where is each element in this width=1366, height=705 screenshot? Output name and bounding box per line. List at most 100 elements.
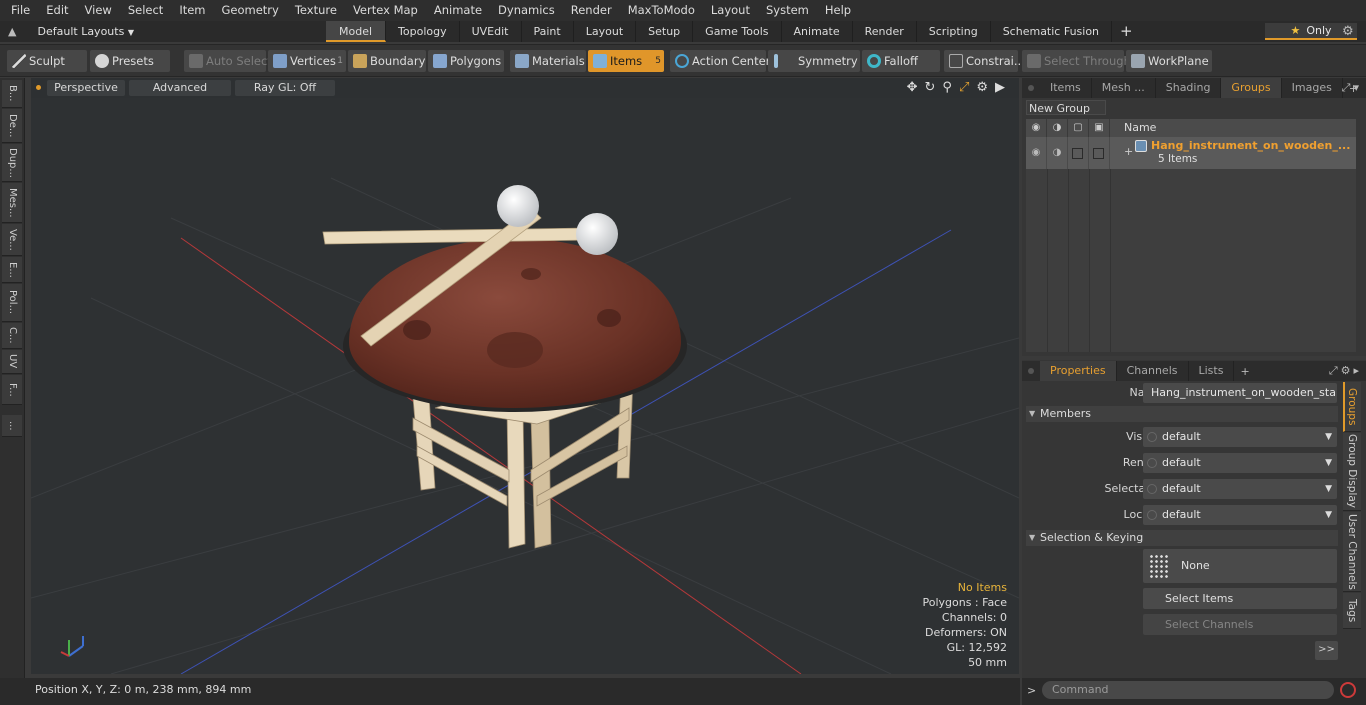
- sculpt-button[interactable]: Sculpt: [7, 50, 87, 72]
- menu-layout[interactable]: Layout: [703, 0, 758, 21]
- left-tab-curve[interactable]: C...: [2, 323, 22, 349]
- tab-schematic-fusion[interactable]: Schematic Fusion: [991, 21, 1113, 42]
- advanced-button[interactable]: Advanced: [129, 80, 231, 96]
- tab-model[interactable]: Model: [326, 21, 387, 42]
- visible-select[interactable]: default ▼: [1143, 427, 1337, 447]
- menu-vertex-map[interactable]: Vertex Map: [345, 0, 426, 21]
- row-eye-icon[interactable]: ◉: [1026, 137, 1047, 169]
- view-play-icon[interactable]: ▶: [995, 80, 1005, 95]
- rotate-view-icon[interactable]: ↻: [925, 80, 936, 95]
- menu-system[interactable]: System: [758, 0, 817, 21]
- side-tab-user-channels[interactable]: User Channels: [1343, 512, 1361, 592]
- presets-button[interactable]: Presets: [90, 50, 170, 72]
- row-select-toggle[interactable]: [1089, 137, 1110, 169]
- menu-file[interactable]: File: [0, 0, 38, 21]
- symmetry-button[interactable]: Symmetry: [768, 50, 860, 72]
- left-tab-edge[interactable]: E...: [2, 257, 22, 283]
- lock-icon[interactable]: ▢: [1068, 119, 1089, 137]
- record-icon[interactable]: [1340, 682, 1356, 698]
- menu-help[interactable]: Help: [817, 0, 859, 21]
- render-select[interactable]: default ▼: [1143, 453, 1337, 473]
- select-through-button[interactable]: Select Through: [1022, 50, 1131, 72]
- tab-paint[interactable]: Paint: [522, 21, 574, 42]
- left-tab-uv[interactable]: UV: [2, 350, 22, 374]
- layouts-dropdown[interactable]: ▲ Default Layouts ▼: [8, 21, 134, 42]
- new-group-button[interactable]: New Group: [1026, 100, 1106, 115]
- tab-mesh[interactable]: Mesh ...: [1092, 78, 1156, 98]
- row-lock-toggle[interactable]: [1068, 137, 1089, 169]
- perspective-button[interactable]: Perspective: [47, 80, 125, 96]
- tab-groups[interactable]: Groups: [1221, 78, 1282, 98]
- falloff-button[interactable]: Falloff: [862, 50, 940, 72]
- view-gear-icon[interactable]: ⚙: [976, 80, 988, 95]
- tab-lists[interactable]: Lists: [1189, 361, 1235, 381]
- tab-game-tools[interactable]: Game Tools: [693, 21, 782, 42]
- move-view-icon[interactable]: ✥: [907, 80, 918, 95]
- tab-uvedit[interactable]: UVEdit: [460, 21, 522, 42]
- selectable-select[interactable]: default ▼: [1143, 479, 1337, 499]
- expand-button[interactable]: >>: [1315, 641, 1338, 660]
- menu-texture[interactable]: Texture: [287, 0, 345, 21]
- tab-animate[interactable]: Animate: [782, 21, 853, 42]
- tab-scripting[interactable]: Scripting: [917, 21, 991, 42]
- members-section[interactable]: ▼ Members: [1026, 406, 1338, 422]
- left-tab-vertex[interactable]: Ve...: [2, 224, 22, 256]
- left-tab-fusion[interactable]: F...: [2, 375, 22, 405]
- tab-items[interactable]: Items: [1040, 78, 1092, 98]
- menu-animate[interactable]: Animate: [426, 0, 490, 21]
- tab-setup[interactable]: Setup: [636, 21, 694, 42]
- select-items-button[interactable]: Select Items: [1143, 588, 1337, 609]
- left-tab-deform[interactable]: De...: [2, 109, 22, 143]
- group-row[interactable]: ◉ ◑ + Hang_instrument_on_wooden_... 5 It…: [1026, 137, 1356, 169]
- panel-options-icon[interactable]: ⤢▾: [1342, 81, 1362, 95]
- 3d-viewport[interactable]: Perspective Advanced Ray GL: Off ✥ ↻ ⚲ ⤢…: [31, 78, 1019, 674]
- side-tab-tags[interactable]: Tags: [1343, 593, 1361, 629]
- gear-icon[interactable]: ⚙: [1342, 21, 1354, 42]
- tab-channels[interactable]: Channels: [1117, 361, 1189, 381]
- tab-shading[interactable]: Shading: [1156, 78, 1222, 98]
- menu-select[interactable]: Select: [120, 0, 171, 21]
- selection-keying-section[interactable]: ▼ Selection & Keying: [1026, 530, 1338, 546]
- tab-properties[interactable]: Properties: [1040, 361, 1117, 381]
- visibility-eye-icon[interactable]: ◉: [1026, 119, 1047, 137]
- menu-view[interactable]: View: [77, 0, 120, 21]
- left-tab-mesh[interactable]: Mes...: [2, 183, 22, 223]
- items-button[interactable]: Items 5: [588, 50, 664, 72]
- fit-view-icon[interactable]: ⤢: [959, 80, 969, 95]
- tab-topology[interactable]: Topology: [386, 21, 460, 42]
- menu-edit[interactable]: Edit: [38, 0, 76, 21]
- tab-render[interactable]: Render: [853, 21, 917, 42]
- menu-geometry[interactable]: Geometry: [214, 0, 287, 21]
- expand-plus-icon[interactable]: +: [1124, 145, 1133, 158]
- polygons-button[interactable]: Polygons: [428, 50, 504, 72]
- tab-layout[interactable]: Layout: [574, 21, 637, 42]
- menu-render[interactable]: Render: [563, 0, 620, 21]
- auto-select-button[interactable]: Auto Select: [184, 50, 272, 72]
- side-tab-groups[interactable]: Groups: [1343, 382, 1361, 432]
- menu-dynamics[interactable]: Dynamics: [490, 0, 563, 21]
- select-icon[interactable]: ▣: [1089, 119, 1110, 137]
- boundary-button[interactable]: Boundary: [348, 50, 426, 72]
- workplane-button[interactable]: WorkPlane: [1126, 50, 1212, 72]
- command-input[interactable]: Command: [1042, 681, 1334, 699]
- materials-button[interactable]: Materials: [510, 50, 586, 72]
- action-center-button[interactable]: Action Center: [670, 50, 770, 72]
- keying-none-button[interactable]: None: [1143, 549, 1337, 583]
- locked-select[interactable]: default ▼: [1143, 505, 1337, 525]
- name-field[interactable]: Hang_instrument_on_wooden_stand: [1143, 383, 1337, 403]
- add-tab-icon[interactable]: +: [1112, 21, 1141, 42]
- left-tab-polygon[interactable]: Pol...: [2, 284, 22, 322]
- menu-item[interactable]: Item: [171, 0, 213, 21]
- constraints-button[interactable]: Constrai...: [944, 50, 1025, 72]
- row-render-icon[interactable]: ◑: [1047, 137, 1068, 169]
- left-tab-basic[interactable]: B...: [2, 80, 22, 108]
- menu-maxtomodo[interactable]: MaxToModo: [620, 0, 703, 21]
- zoom-view-icon[interactable]: ⚲: [942, 80, 952, 95]
- select-channels-button[interactable]: Select Channels: [1143, 614, 1337, 635]
- side-tab-group-display[interactable]: Group Display: [1343, 433, 1361, 511]
- render-icon[interactable]: ◑: [1047, 119, 1068, 137]
- left-tab-extra[interactable]: ...: [2, 415, 22, 437]
- tab-images[interactable]: Images: [1282, 78, 1343, 98]
- raygl-button[interactable]: Ray GL: Off: [235, 80, 335, 96]
- left-tab-duplicate[interactable]: Dup...: [2, 144, 22, 182]
